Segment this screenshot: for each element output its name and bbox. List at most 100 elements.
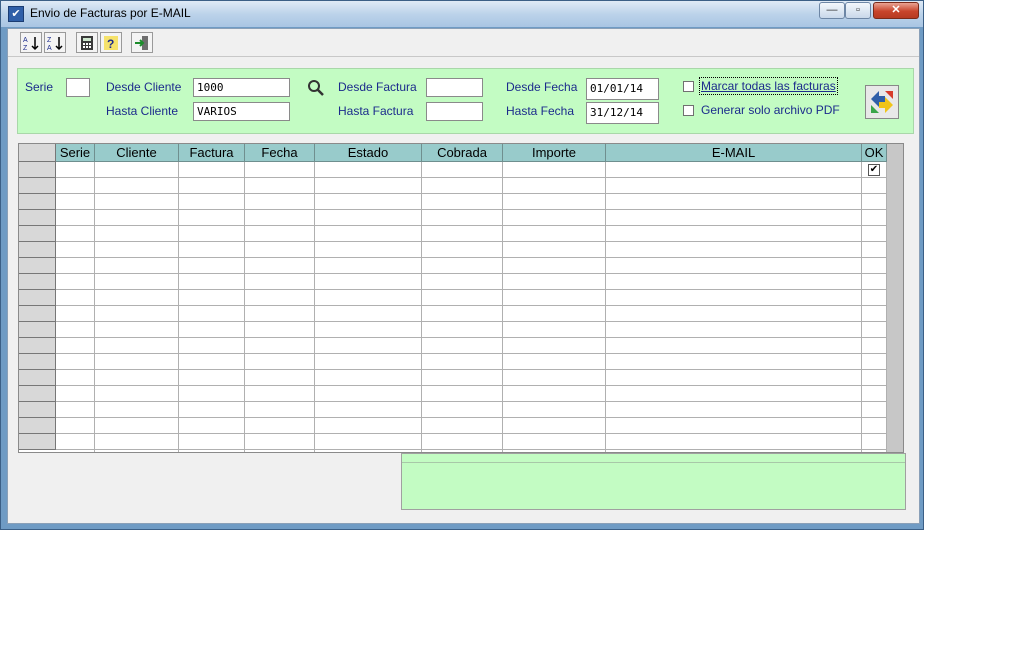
marcar-todas-text: Marcar todas las facturas	[701, 79, 836, 93]
grid-row-line	[56, 305, 886, 306]
row-header[interactable]	[19, 434, 56, 450]
calculator-icon	[81, 36, 93, 50]
help-button[interactable]: ?	[100, 32, 122, 53]
grid-row-line	[56, 257, 886, 258]
desde-cliente-label: Desde Cliente	[106, 80, 182, 94]
desde-factura-label: Desde Factura	[338, 80, 417, 94]
generar-pdf-checkbox[interactable]	[683, 105, 694, 116]
toolbar: A Z Z A ?	[8, 29, 919, 57]
grid-row-line	[56, 353, 886, 354]
serie-label: Serie	[25, 80, 54, 94]
grid-row-line	[56, 385, 886, 386]
row-header[interactable]	[19, 242, 56, 258]
desde-cliente-field[interactable]: 1000	[193, 78, 290, 97]
sort-descending-button[interactable]: Z A	[44, 32, 66, 53]
grid-row-line	[56, 449, 886, 450]
grid-column-line	[178, 162, 179, 452]
grid-column-line	[244, 162, 245, 452]
close-button[interactable]: ✕	[873, 2, 919, 19]
column-header-serie[interactable]: Serie	[56, 144, 95, 162]
calculator-button[interactable]	[76, 32, 98, 53]
svg-text:Z: Z	[23, 45, 28, 51]
help-icon: ?	[104, 36, 118, 51]
grid-row-line	[56, 433, 886, 434]
grid-row-line	[56, 193, 886, 194]
grid-row-line	[56, 177, 886, 178]
row-header[interactable]	[19, 194, 56, 210]
row-header[interactable]	[19, 418, 56, 434]
column-header-email[interactable]: E-MAIL	[606, 144, 862, 162]
row-header[interactable]	[19, 402, 56, 418]
grid-column-line	[502, 162, 503, 452]
grid-row-line	[56, 321, 886, 322]
sort-descending-icon: Z A	[47, 37, 63, 51]
exit-button[interactable]	[131, 32, 153, 53]
grid-row-line	[56, 417, 886, 418]
row-header[interactable]	[19, 386, 56, 402]
column-header-cobrada[interactable]: Cobrada	[422, 144, 503, 162]
sort-ascending-icon: A Z	[23, 37, 39, 51]
grid-row-line	[56, 225, 886, 226]
client-area: A Z Z A ? Serie Desde Cliente 1000 Hasta…	[7, 28, 920, 524]
window-title: Envio de Facturas por E-MAIL	[30, 6, 191, 20]
grid-row-line	[56, 209, 886, 210]
status-panel-strip	[402, 454, 905, 463]
minimize-button[interactable]: —	[819, 2, 845, 19]
marcar-todas-label[interactable]: Marcar todas las facturas	[699, 77, 838, 95]
svg-text:?: ?	[107, 37, 114, 51]
grid-row-line	[56, 289, 886, 290]
grid-column-line	[861, 162, 862, 452]
row-header[interactable]	[19, 178, 56, 194]
column-header-ok[interactable]: OK	[862, 144, 887, 162]
hasta-factura-field[interactable]	[426, 102, 483, 121]
hasta-fecha-field[interactable]: 31/12/14	[586, 102, 659, 124]
column-header-factura[interactable]: Factura	[179, 144, 245, 162]
row-header[interactable]	[19, 258, 56, 274]
sort-ascending-button[interactable]: A Z	[20, 32, 42, 53]
column-header-cliente[interactable]: Cliente	[95, 144, 179, 162]
desde-fecha-label: Desde Fecha	[506, 80, 578, 94]
row-header[interactable]	[19, 306, 56, 322]
exit-icon	[135, 36, 148, 50]
row-header[interactable]	[19, 322, 56, 338]
grid-row-line	[56, 241, 886, 242]
grid-row-line	[56, 369, 886, 370]
row-header[interactable]	[19, 338, 56, 354]
grid-row-line	[56, 401, 886, 402]
column-header-importe[interactable]: Importe	[503, 144, 606, 162]
invoice-grid: Serie Cliente Factura Fecha Estado Cobra…	[18, 143, 904, 453]
send-refresh-icon[interactable]	[865, 85, 899, 119]
hasta-cliente-label: Hasta Cliente	[106, 104, 179, 118]
app-icon: ✔	[8, 6, 24, 22]
serie-field[interactable]	[66, 78, 90, 97]
svg-text:A: A	[23, 37, 28, 44]
desde-fecha-field[interactable]: 01/01/14	[586, 78, 659, 100]
app-window: ✔ Envio de Facturas por E-MAIL — ▫ ✕ A Z…	[0, 0, 924, 530]
status-panel	[401, 453, 906, 510]
svg-text:Z: Z	[47, 37, 52, 44]
row-header[interactable]	[19, 162, 56, 178]
title-bar[interactable]: ✔ Envio de Facturas por E-MAIL — ▫ ✕	[1, 1, 923, 27]
row-header[interactable]	[19, 226, 56, 242]
desde-factura-field[interactable]	[426, 78, 483, 97]
filter-panel: Serie Desde Cliente 1000 Hasta Cliente V…	[17, 68, 914, 134]
row-ok-checkbox[interactable]: ✔	[868, 164, 880, 176]
marcar-todas-checkbox[interactable]	[683, 81, 694, 92]
grid-column-line	[421, 162, 422, 452]
hasta-cliente-field[interactable]: VARIOS	[193, 102, 290, 121]
row-header[interactable]	[19, 290, 56, 306]
column-header-estado[interactable]: Estado	[315, 144, 422, 162]
search-icon[interactable]	[307, 79, 325, 97]
grid-row-line	[56, 273, 886, 274]
maximize-button[interactable]: ▫	[845, 2, 871, 19]
row-header[interactable]	[19, 274, 56, 290]
column-header-fecha[interactable]: Fecha	[245, 144, 315, 162]
svg-text:A: A	[47, 45, 52, 51]
grid-column-line	[314, 162, 315, 452]
grid-column-line	[605, 162, 606, 452]
row-header[interactable]	[19, 370, 56, 386]
generar-pdf-label[interactable]: Generar solo archivo PDF	[701, 103, 840, 117]
row-header[interactable]	[19, 354, 56, 370]
vertical-scrollbar[interactable]	[887, 144, 903, 452]
row-header[interactable]	[19, 210, 56, 226]
